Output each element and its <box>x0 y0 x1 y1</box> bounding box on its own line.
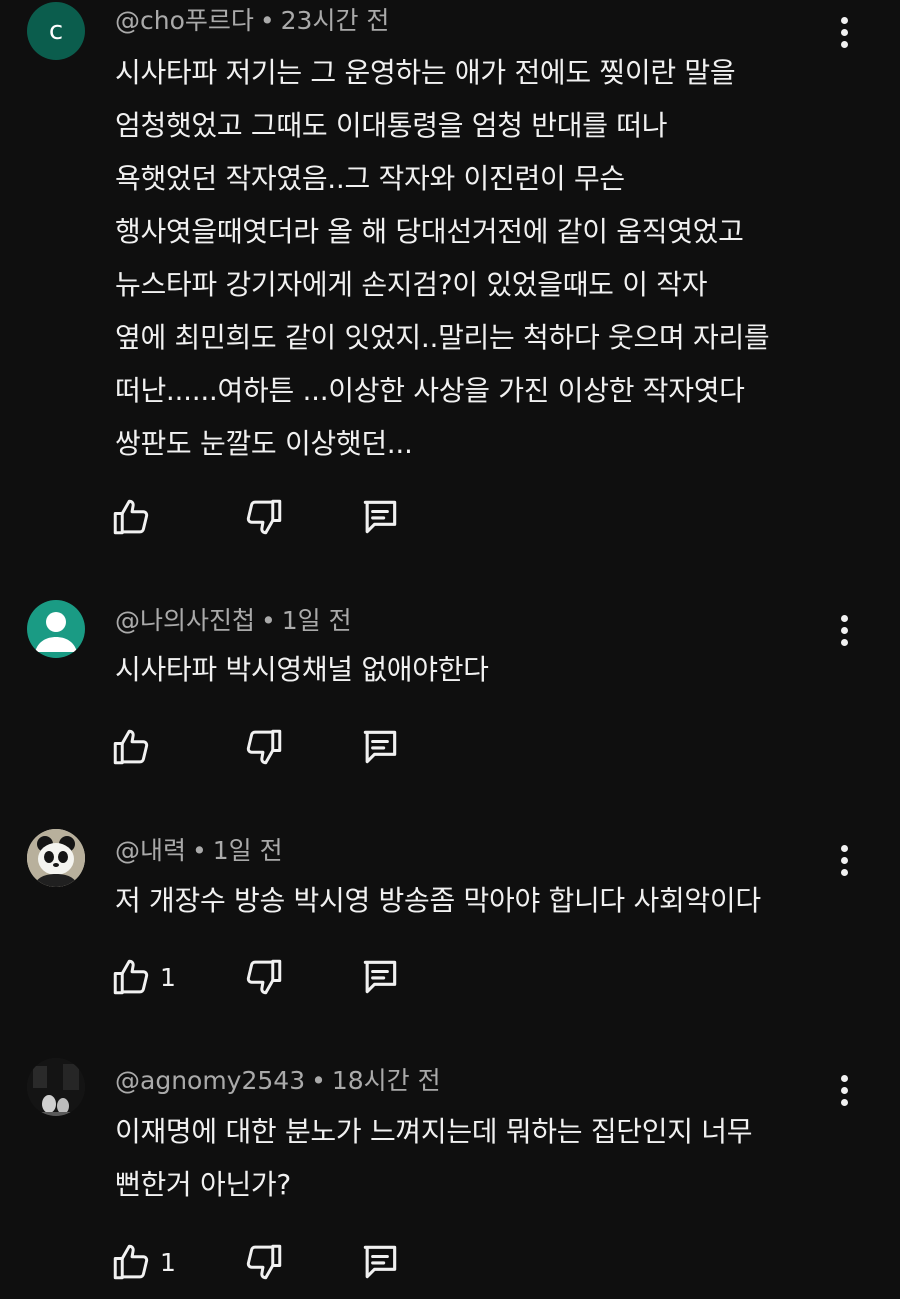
dislike-button[interactable] <box>243 1240 285 1284</box>
header-separator: • <box>192 836 207 865</box>
thumbs-up-icon <box>113 499 149 535</box>
like-count: 1 <box>160 962 176 992</box>
comment-time[interactable]: 18시간 전 <box>332 1066 441 1095</box>
header-separator: • <box>259 6 275 35</box>
dislike-button[interactable] <box>243 955 285 999</box>
author-handle[interactable]: @agnomy2543 <box>115 1066 305 1095</box>
reply-comment-icon <box>363 960 397 994</box>
author-handle[interactable]: @내력 <box>115 836 186 865</box>
more-vertical-icon[interactable] <box>830 1070 858 1110</box>
reply-button[interactable] <box>358 725 402 769</box>
like-button[interactable] <box>110 725 160 769</box>
avatar[interactable] <box>27 600 85 658</box>
avatar[interactable]: c <box>27 2 85 60</box>
author-handle[interactable]: @나의사진첩 <box>115 606 255 635</box>
comment-header: @cho푸르다 • 23시간 전 <box>115 6 389 36</box>
avatar-letter: c <box>48 16 64 46</box>
default-user-icon <box>35 612 77 652</box>
comment-text: 시사타파 박시영채널 없애야한다 <box>115 653 489 686</box>
reply-button[interactable] <box>358 495 402 539</box>
comment-actions <box>110 725 430 769</box>
comment-text: 저 개장수 방송 박시영 방송좀 막아야 합니다 사회악이다 <box>115 884 761 917</box>
comment-actions: 1 <box>110 1240 430 1284</box>
comment-text: 이재명에 대한 분노가 느껴지는데 뭐하는 집단인지 너무 뻔한거 아닌가? <box>115 1115 753 1201</box>
thumbs-down-icon <box>246 1244 282 1280</box>
comment-time[interactable]: 1일 전 <box>282 606 352 635</box>
header-separator: • <box>311 1066 326 1095</box>
avatar[interactable] <box>27 1058 85 1116</box>
header-separator: • <box>261 606 276 635</box>
photo-avatar-icon <box>27 1058 85 1116</box>
thumbs-down-icon <box>246 729 282 765</box>
panda-avatar-icon <box>27 829 85 887</box>
like-button[interactable]: 1 <box>110 955 176 999</box>
reply-comment-icon <box>363 730 397 764</box>
dislike-button[interactable] <box>243 495 285 539</box>
comment-header: @나의사진첩 • 1일 전 <box>115 606 352 636</box>
dislike-button[interactable] <box>243 725 285 769</box>
like-button[interactable]: 1 <box>110 1240 176 1284</box>
comment-header: @내력 • 1일 전 <box>115 836 283 866</box>
like-count: 1 <box>160 1247 176 1277</box>
thumbs-down-icon <box>246 959 282 995</box>
thumbs-up-icon <box>113 1244 149 1280</box>
comment-text: 시사타파 저기는 그 운영하는 애가 전에도 찢이란 말을 엄청햇었고 그때도 … <box>115 56 770 460</box>
comment-time[interactable]: 1일 전 <box>213 836 283 865</box>
thumbs-down-icon <box>246 499 282 535</box>
thumbs-up-icon <box>113 959 149 995</box>
author-handle[interactable]: @cho푸르다 <box>115 6 254 35</box>
avatar[interactable] <box>27 829 85 887</box>
comment-actions: 1 <box>110 955 430 999</box>
comment-time[interactable]: 23시간 전 <box>281 6 390 35</box>
reply-comment-icon <box>363 1245 397 1279</box>
reply-button[interactable] <box>358 955 402 999</box>
comment-actions <box>110 495 430 539</box>
reply-comment-icon <box>363 500 397 534</box>
reply-button[interactable] <box>358 1240 402 1284</box>
comment-header: @agnomy2543 • 18시간 전 <box>115 1066 441 1096</box>
thumbs-up-icon <box>113 729 149 765</box>
like-button[interactable] <box>110 495 160 539</box>
